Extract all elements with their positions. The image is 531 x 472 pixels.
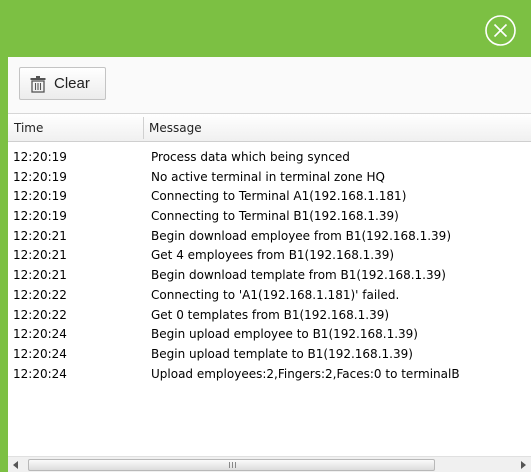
time-cell: 12:20:24 xyxy=(13,327,67,342)
message-cell: Begin upload employee to B1(192.168.1.39… xyxy=(151,327,418,342)
toolbar: Clear xyxy=(8,57,531,113)
table-row[interactable]: 12:20:21 Begin download template from B1(… xyxy=(8,266,531,286)
table-row[interactable]: 12:20:24 Begin upload employee to B1(192.… xyxy=(8,325,531,345)
time-cell: 12:20:24 xyxy=(13,346,67,361)
scrollbar-grip xyxy=(228,462,236,468)
sync-log-dialog: Clear Time Message 12:20:19 Process data … xyxy=(0,0,531,472)
time-cell: 12:20:19 xyxy=(13,209,67,224)
arrow-left-icon xyxy=(13,461,18,469)
dialog-left-border xyxy=(0,0,8,472)
trash-icon xyxy=(29,75,47,93)
horizontal-scrollbar[interactable] xyxy=(8,456,531,472)
close-button[interactable] xyxy=(484,14,517,47)
table-row[interactable]: 12:20:22 Get 0 templates from B1(192.168.… xyxy=(8,306,531,326)
time-cell: 12:20:21 xyxy=(13,228,67,243)
table-row[interactable]: 12:20:19 No active terminal in terminal z… xyxy=(8,168,531,188)
time-cell: 12:20:22 xyxy=(13,307,67,322)
table-row[interactable]: 12:20:21 Get 4 employees from B1(192.168.… xyxy=(8,246,531,266)
time-cell: 12:20:21 xyxy=(13,268,67,283)
table-row[interactable]: 12:20:24 Upload employees:2,Fingers:2,Fac… xyxy=(8,365,531,385)
time-cell: 12:20:21 xyxy=(13,248,67,263)
scroll-right-button[interactable] xyxy=(515,457,531,472)
title-bar xyxy=(0,0,531,57)
time-cell: 12:20:24 xyxy=(13,366,67,381)
log-grid: Time Message 12:20:19 Process data which … xyxy=(8,113,531,456)
close-circle-icon xyxy=(485,15,516,46)
message-cell: Get 0 templates from B1(192.168.1.39) xyxy=(151,307,390,322)
table-row[interactable]: 12:20:19 Connecting to Terminal B1(192.16… xyxy=(8,207,531,227)
message-cell: Process data which being synced xyxy=(151,150,350,164)
clear-button-label: Clear xyxy=(54,75,90,92)
table-row[interactable]: 12:20:24 Begin upload template to B1(192.… xyxy=(8,345,531,365)
message-cell: Get 4 employees from B1(192.168.1.39) xyxy=(151,248,395,263)
table-row[interactable]: 12:20:22 Connecting to 'A1(192.168.1.181)… xyxy=(8,286,531,306)
message-cell: No active terminal in terminal zone HQ xyxy=(151,169,385,184)
message-cell: Begin download template from B1(192.168.… xyxy=(151,268,446,283)
time-cell: 12:20:22 xyxy=(13,287,67,302)
message-cell: Connecting to Terminal B1(192.168.1.39) xyxy=(151,209,399,224)
time-cell: 12:20:19 xyxy=(13,150,67,164)
column-header-time[interactable]: Time xyxy=(14,114,43,142)
time-cell: 12:20:19 xyxy=(13,189,67,204)
message-cell: Connecting to Terminal A1(192.168.1.181) xyxy=(151,189,407,204)
table-row[interactable]: 12:20:19 Connecting to Terminal A1(192.16… xyxy=(8,187,531,207)
time-cell: 12:20:19 xyxy=(13,169,67,184)
message-cell: Connecting to 'A1(192.168.1.181)' failed… xyxy=(151,287,400,302)
table-row[interactable]: 12:20:21 Begin download employee from B1(… xyxy=(8,227,531,247)
table-row[interactable]: 12:20:19 Process data which being synced xyxy=(8,148,531,168)
clear-button[interactable]: Clear xyxy=(19,67,106,100)
message-cell: Upload employees:2,Fingers:2,Faces:0 to … xyxy=(151,366,460,381)
grid-header: Time Message xyxy=(8,114,531,142)
arrow-right-icon xyxy=(521,461,526,469)
column-header-message[interactable]: Message xyxy=(149,114,202,142)
column-resize-handle[interactable] xyxy=(143,117,144,139)
scrollbar-thumb[interactable] xyxy=(28,459,435,471)
grid-body: 12:20:19 Process data which being synced 1… xyxy=(8,148,531,384)
message-cell: Begin upload template to B1(192.168.1.39… xyxy=(151,346,413,361)
message-cell: Begin download employee from B1(192.168.… xyxy=(151,228,451,243)
scroll-left-button[interactable] xyxy=(8,457,24,472)
